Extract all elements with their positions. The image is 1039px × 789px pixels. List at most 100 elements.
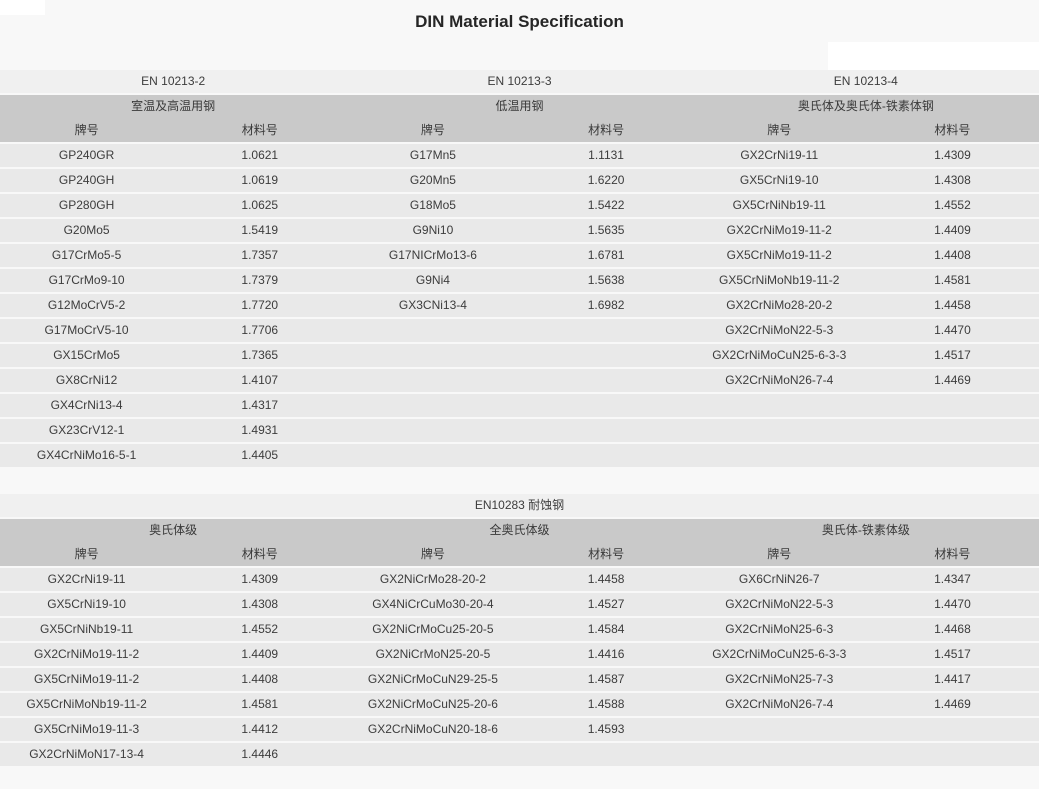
- material-number-cell: 1.6781: [520, 244, 693, 267]
- material-number-cell: 1.4308: [866, 169, 1039, 192]
- grade-cell: GX2CrNiMo28-20-2: [693, 294, 866, 317]
- material-number-cell: 1.4469: [866, 693, 1039, 716]
- grade-cell: GX5CrNi19-10: [0, 593, 173, 616]
- grade-cell: GX2CrNi19-11: [693, 144, 866, 167]
- grade-cell: G20Mn5: [346, 169, 519, 192]
- table-row: GX2CrNi19-111.4309GX2NiCrMo28-20-21.4458…: [0, 568, 1039, 591]
- material-number-cell: [520, 369, 693, 392]
- material-number-cell: 1.4408: [866, 244, 1039, 267]
- grade-cell: G17MoCrV5-10: [0, 319, 173, 342]
- material-number-cell: 1.7720: [173, 294, 346, 317]
- grade-cell: GX2NiCrMo28-20-2: [346, 568, 519, 591]
- material-number-cell: 1.6220: [520, 169, 693, 192]
- material-number-cell: 1.4405: [173, 444, 346, 467]
- material-number-cell: 1.4470: [866, 319, 1039, 342]
- material-number-cell: [866, 394, 1039, 417]
- material-number-cell: 1.7706: [173, 319, 346, 342]
- grade-cell: [346, 419, 519, 442]
- material-number-cell: 1.4527: [520, 593, 693, 616]
- material-number-cell: 1.4470: [866, 593, 1039, 616]
- material-number-cell: 1.4317: [173, 394, 346, 417]
- grade-cell: GP240GH: [0, 169, 173, 192]
- grade-cell: GX2CrNiMoN26-7-4: [693, 693, 866, 716]
- material-number-cell: 1.7357: [173, 244, 346, 267]
- material-number-cell: [520, 743, 693, 766]
- category-header: 奥氏体级: [0, 519, 346, 542]
- material-number-cell: 1.4408: [173, 668, 346, 691]
- material-number-cell: 1.4468: [866, 618, 1039, 641]
- grade-cell: GX6CrNiN26-7: [693, 568, 866, 591]
- table-en10283: EN10283 耐蚀钢奥氏体级全奥氏体级奥氏体-铁素体级牌号材料号牌号材料号牌号…: [0, 494, 1039, 768]
- table-row: GP240GH1.0619G20Mn51.6220GX5CrNi19-101.4…: [0, 169, 1039, 192]
- material-number-cell: 1.4581: [866, 269, 1039, 292]
- grade-cell: GX5CrNiMoNb19-11-2: [0, 693, 173, 716]
- material-number-cell: 1.4409: [173, 643, 346, 666]
- category-header: 奥氏体及奥氏体-铁素体钢: [693, 95, 1039, 118]
- material-number-cell: 1.4308: [173, 593, 346, 616]
- table-en10213: EN 10213-2EN 10213-3EN 10213-4室温及高温用钢低温用…: [0, 70, 1039, 469]
- grade-cell: GX2CrNiMo19-11-2: [0, 643, 173, 666]
- grade-cell: GX15CrMo5: [0, 344, 173, 367]
- material-number-cell: 1.5419: [173, 219, 346, 242]
- grade-cell: G17Mn5: [346, 144, 519, 167]
- grade-cell: GX3CNi13-4: [346, 294, 519, 317]
- grade-cell: GX4CrNiMo16-5-1: [0, 444, 173, 467]
- grade-cell: GX2CrNiMoCuN20-18-6: [346, 718, 519, 741]
- table-row: G17CrMo5-51.7357G17NICrMo13-61.6781GX5Cr…: [0, 244, 1039, 267]
- material-number-cell: [866, 419, 1039, 442]
- grade-cell: GX8CrNi12: [0, 369, 173, 392]
- material-number-cell: [520, 394, 693, 417]
- grade-cell: G12MoCrV5-2: [0, 294, 173, 317]
- table-row: GX5CrNiMoNb19-11-21.4581GX2NiCrMoCuN25-2…: [0, 693, 1039, 716]
- table-row: GP240GR1.0621G17Mn51.1131GX2CrNi19-111.4…: [0, 144, 1039, 167]
- grade-cell: GX2CrNiMoN26-7-4: [693, 369, 866, 392]
- material-number-cell: 1.4552: [173, 618, 346, 641]
- grade-column-header: 牌号: [346, 542, 519, 566]
- material-number-cell: 1.4581: [173, 693, 346, 716]
- grade-cell: GX23CrV12-1: [0, 419, 173, 442]
- grade-cell: GP280GH: [0, 194, 173, 217]
- material-number-cell: 1.4593: [520, 718, 693, 741]
- material-number-column-header: 材料号: [173, 542, 346, 566]
- grade-cell: GX2NiCrMoCuN29-25-5: [346, 668, 519, 691]
- material-number-cell: 1.4588: [520, 693, 693, 716]
- grade-cell: GX2CrNiMoN22-5-3: [693, 319, 866, 342]
- grade-cell: [693, 419, 866, 442]
- grade-cell: GX2CrNi19-11: [0, 568, 173, 591]
- material-number-cell: 1.4107: [173, 369, 346, 392]
- table-title-row: EN10283 耐蚀钢: [0, 494, 1039, 517]
- table-row: GX2CrNiMo19-11-21.4409GX2NiCrMoN25-20-5 1…: [0, 643, 1039, 666]
- grade-column-header: 牌号: [693, 118, 866, 142]
- grade-cell: [346, 319, 519, 342]
- material-number-cell: 1.0625: [173, 194, 346, 217]
- table-row: GX4CrNiMo16-5-11.4405: [0, 444, 1039, 467]
- material-number-cell: [866, 743, 1039, 766]
- grade-cell: [346, 444, 519, 467]
- material-number-cell: 1.4517: [866, 643, 1039, 666]
- grade-column-header: 牌号: [0, 542, 173, 566]
- grade-cell: GX5CrNiNb19-11: [693, 194, 866, 217]
- grade-cell: GX4NiCrCuMo30-20-4: [346, 593, 519, 616]
- grade-cell: GX2CrNiMoN17-13-4: [0, 743, 173, 766]
- column-header-row: 牌号材料号牌号材料号牌号材料号: [0, 118, 1039, 142]
- category-header-row: 室温及高温用钢低温用钢奥氏体及奥氏体-铁素体钢: [0, 95, 1039, 118]
- material-number-cell: 1.1131: [520, 144, 693, 167]
- category-header: 低温用钢: [346, 95, 692, 118]
- grade-cell: G17NICrMo13-6: [346, 244, 519, 267]
- material-number-cell: 1.4469: [866, 369, 1039, 392]
- material-number-cell: 1.7379: [173, 269, 346, 292]
- material-number-cell: 1.0619: [173, 169, 346, 192]
- material-number-cell: 1.4552: [866, 194, 1039, 217]
- material-number-cell: 1.0621: [173, 144, 346, 167]
- grade-cell: GX2CrNiMo19-11-2: [693, 219, 866, 242]
- material-number-cell: 1.5635: [520, 219, 693, 242]
- grade-cell: GX2CrNiMoCuN25-6-3-3: [693, 344, 866, 367]
- material-number-cell: [520, 319, 693, 342]
- material-number-cell: 1.4584: [520, 618, 693, 641]
- table-row: GX4CrNi13-41.4317: [0, 394, 1039, 417]
- material-number-cell: [866, 444, 1039, 467]
- table-row: GX5CrNiMo19-11-21.4408GX2NiCrMoCuN29-25-…: [0, 668, 1039, 691]
- grade-cell: GX2NiCrMoN25-20-5: [346, 643, 519, 666]
- grade-cell: GP240GR: [0, 144, 173, 167]
- grade-cell: GX2CrNiMoCuN25-6-3-3: [693, 643, 866, 666]
